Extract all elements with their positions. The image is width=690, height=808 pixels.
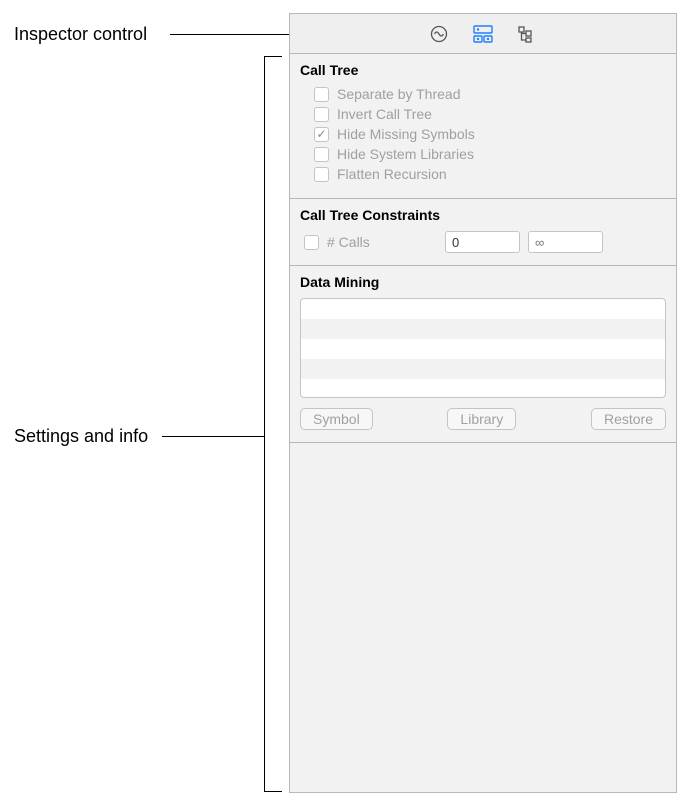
option-label: Hide System Libraries — [337, 146, 474, 162]
inspector-tab-record-icon[interactable] — [429, 24, 449, 44]
constraint-calls-label: # Calls — [327, 234, 437, 250]
annotation-bracket — [264, 56, 282, 792]
list-item — [301, 379, 665, 398]
option-invert-call-tree[interactable]: Invert Call Tree — [314, 106, 666, 122]
option-label: Hide Missing Symbols — [337, 126, 475, 142]
option-label: Invert Call Tree — [337, 106, 432, 122]
annotation-settings-info: Settings and info — [14, 426, 148, 447]
option-separate-by-thread[interactable]: Separate by Thread — [314, 86, 666, 102]
annotation-inspector-control: Inspector control — [14, 24, 147, 45]
list-item — [301, 339, 665, 359]
option-hide-system-libraries[interactable]: Hide System Libraries — [314, 146, 666, 162]
inspector-toolbar — [290, 14, 676, 54]
list-item — [301, 299, 665, 319]
option-hide-missing-symbols[interactable]: Hide Missing Symbols — [314, 126, 666, 142]
constraint-min-input[interactable] — [445, 231, 520, 253]
checkbox-icon[interactable] — [304, 235, 319, 250]
inspector-tab-display-icon[interactable] — [473, 24, 493, 44]
inspector-tab-extended-icon[interactable] — [517, 24, 537, 44]
constraint-max-input[interactable] — [528, 231, 603, 253]
library-button[interactable]: Library — [447, 408, 516, 430]
section-title-call-tree: Call Tree — [300, 62, 666, 78]
checkbox-icon[interactable] — [314, 147, 329, 162]
constraint-calls-row: # Calls — [304, 231, 666, 253]
option-label: Separate by Thread — [337, 86, 461, 102]
symbol-button[interactable]: Symbol — [300, 408, 373, 430]
data-mining-buttons: Symbol Library Restore — [300, 408, 666, 430]
section-title-constraints: Call Tree Constraints — [300, 207, 666, 223]
option-label: Flatten Recursion — [337, 166, 447, 182]
data-mining-list[interactable] — [300, 298, 666, 398]
checkbox-icon[interactable] — [314, 107, 329, 122]
checkbox-icon[interactable] — [314, 127, 329, 142]
section-constraints: Call Tree Constraints # Calls — [290, 199, 676, 266]
section-data-mining: Data Mining Symbol Library Restore — [290, 266, 676, 443]
annotation-line-2 — [162, 436, 264, 437]
checkbox-icon[interactable] — [314, 87, 329, 102]
list-item — [301, 359, 665, 379]
list-item — [301, 319, 665, 339]
section-call-tree: Call Tree Separate by Thread Invert Call… — [290, 54, 676, 199]
checkbox-icon[interactable] — [314, 167, 329, 182]
restore-button[interactable]: Restore — [591, 408, 666, 430]
option-flatten-recursion[interactable]: Flatten Recursion — [314, 166, 666, 182]
section-title-data-mining: Data Mining — [300, 274, 666, 290]
inspector-panel: Call Tree Separate by Thread Invert Call… — [289, 13, 677, 793]
